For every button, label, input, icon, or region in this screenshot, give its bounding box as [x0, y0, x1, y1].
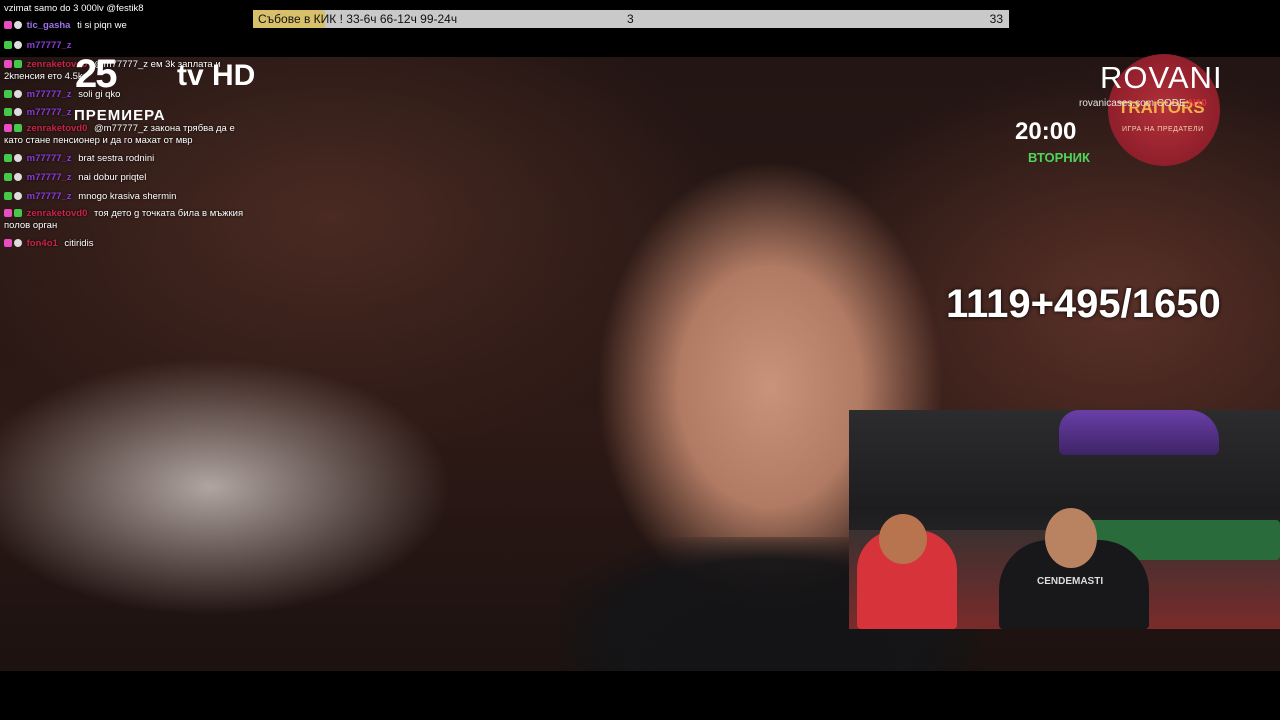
ticker-text: Събове в КИК ! 33-6ч 66-12ч 99-24ч — [258, 12, 458, 26]
streamer-webcam: CENDEMASTI — [849, 410, 1280, 629]
sub-badge-icon — [4, 192, 12, 200]
chat-line: vzimat samo do 3 000lv @festik8 — [4, 3, 144, 15]
sub-badge-icon — [4, 154, 12, 162]
ticker-middle-value: 3 — [627, 12, 634, 26]
chat-text: vzimat samo do 3 000lv @festik8 — [4, 3, 144, 14]
chat-username[interactable]: m77777_z — [27, 40, 72, 51]
show-subtitle: ИГРА НА ПРЕДАТЕЛИ — [1122, 126, 1204, 133]
show-day: ВТОРНИК — [1028, 150, 1090, 165]
chat-line: zenraketovd0 тоя дето g точката била в м… — [4, 208, 254, 232]
chat-username[interactable]: zenraketovd0 — [27, 208, 88, 219]
channel-name: tv HD — [177, 59, 256, 92]
chat-line: m77777_z nai dobur priqtel — [4, 172, 146, 184]
video-bottom-bar — [0, 671, 1280, 720]
premiere-label: ПРЕМИЕРА — [74, 107, 166, 124]
sub-badge-icon — [14, 124, 22, 132]
sub-badge-icon — [14, 21, 22, 29]
chat-line: m77777_z — [4, 107, 76, 119]
streamer-right-head — [1045, 508, 1097, 568]
chat-username[interactable]: m77777_z — [27, 107, 72, 118]
channel-number: 25 — [75, 52, 117, 96]
stream-ticker: Събове в КИК ! 33-6ч 66-12ч 99-24ч 3 33 — [253, 10, 1009, 28]
emote-icon — [14, 173, 22, 181]
chat-text: mnogo krasiva shermin — [78, 191, 177, 202]
sponsor-code-value: N10 — [1188, 98, 1207, 109]
chat-username[interactable]: m77777_z — [27, 89, 72, 100]
chat-text: nai dobur priqtel — [78, 172, 147, 183]
chat-username[interactable]: m77777_z — [27, 153, 72, 164]
chat-line: tic_gasha ti si piqn we — [4, 20, 127, 32]
emote-icon — [14, 192, 22, 200]
chat-username[interactable]: tic_gasha — [27, 20, 71, 31]
heart-badge-icon — [4, 60, 12, 68]
chat-username[interactable]: zenraketovd0 — [27, 123, 88, 134]
emote-icon — [14, 90, 22, 98]
chat-line: fon4o1 citiridis — [4, 238, 93, 250]
heart-badge-icon — [4, 124, 12, 132]
sub-badge-icon — [14, 60, 22, 68]
chat-username[interactable]: m77777_z — [27, 191, 72, 202]
chat-line: m77777_z mnogo krasiva shermin — [4, 191, 176, 203]
chat-line: m77777_z — [4, 40, 76, 52]
car-shape — [1059, 410, 1219, 455]
chat-text: ti si piqn we — [77, 20, 127, 31]
chat-text: brat sestra rodnini — [78, 153, 155, 164]
shirt-print: CENDEMASTI — [1037, 576, 1104, 587]
show-time: 20:00 — [1015, 118, 1077, 145]
ticker-right-value: 33 — [989, 12, 1003, 26]
sub-badge-icon — [4, 173, 12, 181]
streamer-left-head — [879, 514, 927, 564]
sub-badge-icon — [4, 90, 12, 98]
sub-badge-icon — [14, 209, 22, 217]
sponsor-name: ROVANI — [1100, 60, 1223, 95]
heart-badge-icon — [4, 209, 12, 217]
chat-username[interactable]: fon4o1 — [27, 238, 58, 249]
sponsor-code: rovanicases.com CODE:N10 — [1079, 98, 1207, 109]
sub-badge-icon — [4, 108, 12, 116]
chat-username[interactable]: m77777_z — [27, 172, 72, 183]
chat-text: citiridis — [64, 238, 94, 249]
emote-icon — [14, 154, 22, 162]
emote-icon — [14, 108, 22, 116]
goal-counter: 1119+495/1650 — [946, 282, 1221, 326]
sponsor-code-text: rovanicases.com CODE: — [1079, 98, 1189, 109]
heart-badge-icon — [4, 239, 12, 247]
heart-badge-icon — [4, 21, 12, 29]
chat-line: zenraketovd0 @m77777_z закона трябва да … — [4, 123, 254, 147]
emote-icon — [14, 239, 22, 247]
chat-line: m77777_z brat sestra rodnini — [4, 153, 154, 165]
sub-badge-icon — [4, 41, 12, 49]
emote-icon — [14, 41, 22, 49]
